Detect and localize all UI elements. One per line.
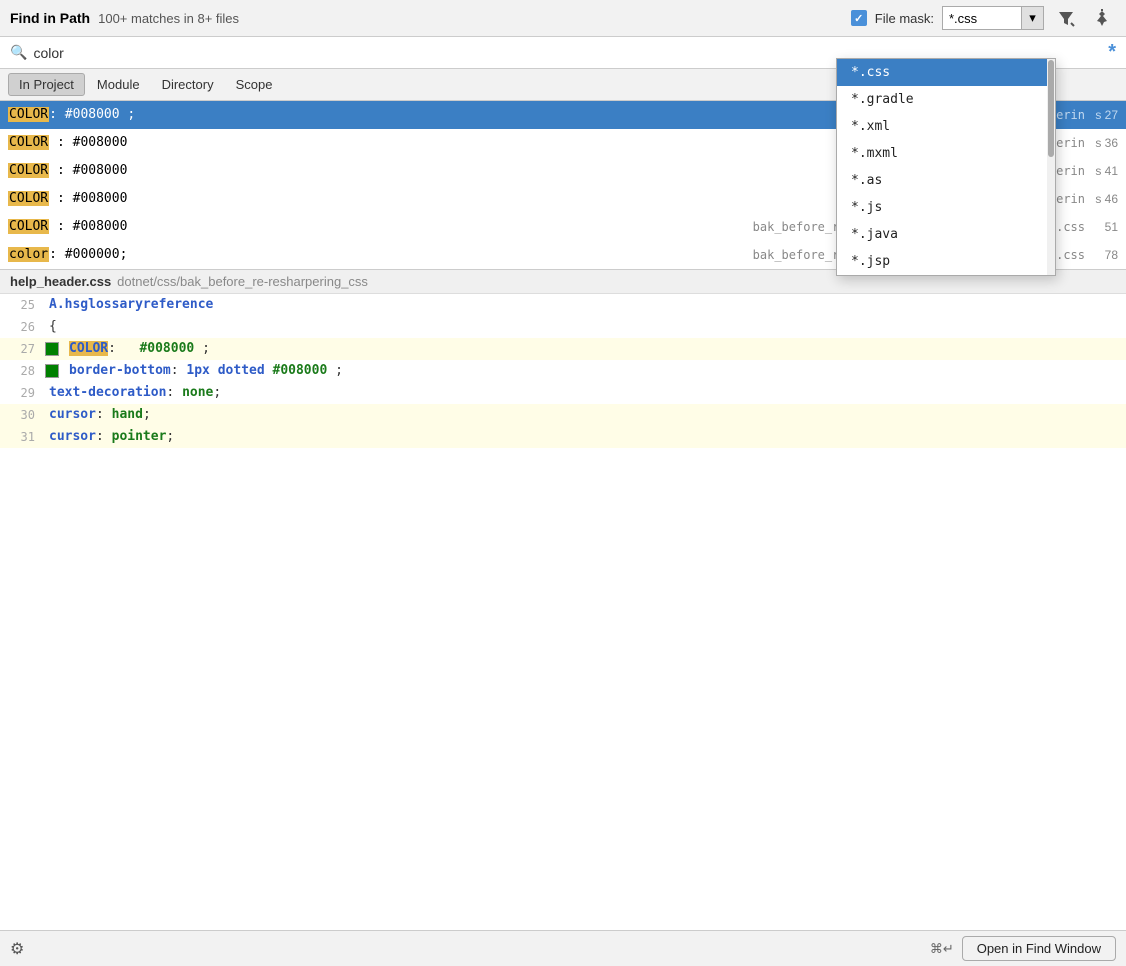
code-content: cursor: hand; <box>45 404 1126 426</box>
line-number: 30 <box>0 404 45 426</box>
code-line-30: 30 cursor: hand; <box>0 404 1126 426</box>
filter-icon[interactable] <box>1052 6 1080 30</box>
result-lineno: s 27 <box>1093 102 1118 128</box>
code-line-28: 28 border-bottom: 1px dotted #008000 ; <box>0 360 1126 382</box>
file-mask-input[interactable] <box>942 6 1022 30</box>
line-number: 31 <box>0 426 45 448</box>
open-in-find-window-button[interactable]: Open in Find Window <box>962 936 1116 961</box>
dropdown-item-java[interactable]: *.java <box>837 221 1055 248</box>
file-mask-dropdown: *.css *.gradle *.xml *.mxml *.as *.js *.… <box>836 58 1056 276</box>
keyword-highlight: COLOR <box>8 163 49 178</box>
dropdown-item-css[interactable]: *.css <box>837 59 1055 86</box>
line-number: 25 <box>0 294 45 316</box>
keyword-highlight: COLOR <box>8 219 49 234</box>
code-content: { <box>45 316 1126 338</box>
result-content: COLOR : #008000 <box>8 130 904 156</box>
result-lineno: 78 <box>1093 242 1118 268</box>
result-content: COLOR: #008000 ; <box>8 102 904 128</box>
line-number: 28 <box>0 360 45 382</box>
main-panel: Find in Path 100+ matches in 8+ files Fi… <box>0 0 1126 966</box>
tab-directory[interactable]: Directory <box>152 74 224 95</box>
result-content: color: #000000; <box>8 242 753 268</box>
color-swatch-28 <box>45 364 59 378</box>
code-content: cursor: pointer; <box>45 426 1126 448</box>
dropdown-arrow-button[interactable]: ▾ <box>1022 6 1044 30</box>
code-line-25: 25 A.hsglossaryreference <box>0 294 1126 316</box>
file-mask-input-group: ▾ <box>942 6 1044 30</box>
dropdown-item-js[interactable]: *.js <box>837 194 1055 221</box>
line-number: 27 <box>0 338 45 360</box>
keyword-highlight: COLOR <box>8 191 49 206</box>
code-line-29: 29 text-decoration: none; <box>0 382 1126 404</box>
dropdown-item-xml[interactable]: *.xml <box>837 113 1055 140</box>
code-preview: help_header.css dotnet/css/bak_before_re… <box>0 270 1126 930</box>
dropdown-scrollbar <box>1047 59 1055 275</box>
keyword-highlight: color <box>8 247 49 262</box>
code-line-27: 27 COLOR: #008000 ; <box>0 338 1126 360</box>
chevron-down-icon: ▾ <box>1029 10 1036 26</box>
result-lineno: s 41 <box>1093 158 1118 184</box>
match-count: 100+ matches in 8+ files <box>98 11 239 26</box>
result-content: COLOR : #008000 <box>8 214 753 240</box>
dropdown-item-gradle[interactable]: *.gradle <box>837 86 1055 113</box>
tab-scope[interactable]: Scope <box>226 74 283 95</box>
result-lineno: s 46 <box>1093 186 1118 212</box>
keyword-highlight: COLOR <box>8 135 49 150</box>
panel-title: Find in Path <box>10 10 90 26</box>
line-number: 29 <box>0 382 45 404</box>
pin-icon[interactable] <box>1088 6 1116 30</box>
code-line-26: 26 { <box>0 316 1126 338</box>
result-content: COLOR : #008000 <box>8 158 904 184</box>
tab-in-project[interactable]: In Project <box>8 73 85 96</box>
settings-icon[interactable]: ⚙ <box>10 939 24 959</box>
code-content: border-bottom: 1px dotted #008000 ; <box>65 360 1126 382</box>
dropdown-item-as[interactable]: *.as <box>837 167 1055 194</box>
search-icon: 🔍 <box>10 44 27 61</box>
header: Find in Path 100+ matches in 8+ files Fi… <box>0 0 1126 37</box>
color-swatch-27 <box>45 342 59 356</box>
keyword-highlight: COLOR <box>8 107 49 122</box>
dropdown-scrollbar-thumb <box>1048 60 1054 157</box>
code-content: text-decoration: none; <box>45 382 1126 404</box>
dropdown-item-mxml[interactable]: *.mxml <box>837 140 1055 167</box>
line-number: 26 <box>0 316 45 338</box>
tab-module[interactable]: Module <box>87 74 150 95</box>
regex-star-icon[interactable]: * <box>1108 41 1116 64</box>
code-content: A.hsglossaryreference <box>45 294 1126 316</box>
bottom-bar: ⚙ ⌘↵ Open in Find Window <box>0 930 1126 966</box>
keyboard-shortcut: ⌘↵ <box>930 941 954 957</box>
result-content: COLOR : #008000 <box>8 186 904 212</box>
preview-filename: help_header.css <box>10 274 111 289</box>
result-lineno: s 36 <box>1093 130 1118 156</box>
result-lineno: 51 <box>1093 214 1118 240</box>
code-content: COLOR: #008000 ; <box>65 338 1126 360</box>
dropdown-item-jsp[interactable]: *.jsp <box>837 248 1055 275</box>
file-mask-label: File mask: <box>875 11 934 26</box>
file-mask-checkbox[interactable] <box>851 10 867 26</box>
preview-filepath: dotnet/css/bak_before_re-resharpering_cs… <box>117 274 368 289</box>
code-line-31: 31 cursor: pointer; <box>0 426 1126 448</box>
